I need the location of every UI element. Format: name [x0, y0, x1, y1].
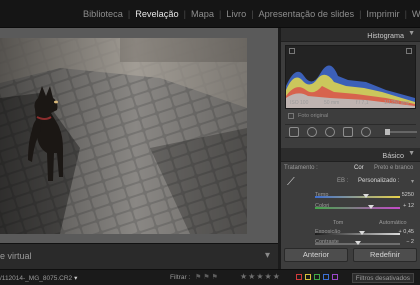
tone-auto-button[interactable]: Automático	[379, 220, 407, 226]
module-picker: Biblioteca | Revelação | Mapa | Livro | …	[0, 0, 420, 28]
crop-tool-icon[interactable]	[289, 127, 299, 137]
tint-slider-row[interactable]: Colori + 12	[285, 202, 416, 211]
radial-filter-icon[interactable]	[361, 127, 371, 137]
chevron-down-icon[interactable]: ▾	[265, 250, 270, 261]
brush-size-slider[interactable]	[385, 129, 417, 135]
red-eye-icon[interactable]	[325, 127, 335, 137]
tool-strip	[285, 124, 417, 138]
previous-button[interactable]: Anterior	[284, 248, 348, 262]
iso-readout: ISO 100	[290, 100, 309, 106]
yellow-label-swatch[interactable]	[305, 274, 311, 280]
module-web[interactable]: We	[407, 9, 420, 19]
temp-track[interactable]	[315, 196, 400, 198]
tint-track[interactable]	[315, 207, 400, 209]
shutter-readout: 1/1250 seg	[384, 100, 409, 106]
wb-preset-select[interactable]: Personalizado :	[358, 178, 399, 184]
module-print[interactable]: Imprimir	[361, 9, 404, 19]
tint-value[interactable]: + 12	[403, 203, 414, 209]
histogram[interactable]: ISO 100 50 mm f / 7,1 1/1250 seg	[285, 45, 416, 109]
exposure-thumb[interactable]	[359, 231, 365, 235]
original-photo-checkbox[interactable]	[288, 113, 294, 119]
original-photo-row[interactable]: Foto original	[285, 111, 416, 122]
temp-thumb[interactable]	[363, 194, 369, 198]
chevron-down-icon[interactable]: ▾	[74, 275, 77, 282]
photo-preview[interactable]	[0, 38, 247, 234]
highlight-clipping-icon[interactable]	[406, 48, 412, 54]
filter-label: Filtrar :	[170, 274, 191, 281]
red-label-swatch[interactable]	[296, 274, 302, 280]
module-develop[interactable]: Revelação	[130, 9, 183, 19]
temp-slider-row[interactable]: Temp 5250	[285, 191, 416, 200]
tone-label: Tom	[333, 220, 344, 226]
image-view[interactable]	[0, 28, 278, 243]
panel-buttons: Anterior Redefinir	[281, 245, 420, 267]
histogram-title: Histograma	[367, 31, 404, 40]
tint-thumb[interactable]	[368, 205, 374, 209]
original-photo-label: Foto original	[298, 113, 329, 119]
chevron-down-icon[interactable]: ▾	[411, 178, 414, 185]
basic-title: Básico	[382, 151, 404, 160]
treatment-label: Tratamento :	[284, 165, 318, 171]
treatment-color-option[interactable]: Cor	[354, 165, 364, 171]
filter-status-button[interactable]: Filtros desativados	[351, 273, 414, 283]
collapse-triangle-icon[interactable]: ▼	[408, 30, 415, 37]
rating-filter-stars[interactable]: ★★★★★	[240, 272, 281, 281]
green-label-swatch[interactable]	[314, 274, 320, 280]
temp-value[interactable]: 5250	[402, 192, 414, 198]
blue-label-swatch[interactable]	[323, 274, 329, 280]
reset-button[interactable]: Redefinir	[353, 248, 417, 262]
exposure-value[interactable]: + 0,45	[399, 229, 414, 235]
filename-text: /112014-_MG_8075.CR2	[0, 275, 73, 282]
shadow-clipping-icon[interactable]	[289, 48, 295, 54]
wb-label: EB :	[337, 178, 349, 184]
filename-label[interactable]: /112014-_MG_8075.CR2 ▾	[0, 274, 77, 282]
graduated-filter-icon[interactable]	[343, 127, 353, 137]
module-map[interactable]: Mapa	[186, 9, 219, 19]
filmstrip-bar: /112014-_MG_8075.CR2 ▾ Filtrar : ⚑ ⚑ ⚑ ★★…	[0, 269, 420, 285]
treatment-bw-option[interactable]: Preto e branco	[374, 165, 413, 171]
histogram-graph	[286, 65, 415, 108]
spot-removal-icon[interactable]	[307, 127, 317, 137]
white-balance-block: ⟋ EB : Personalizado : ▾ Temp 5250 Color…	[281, 174, 420, 220]
treatment-row: Tratamento : Cor Preto e branco	[281, 162, 420, 174]
module-library[interactable]: Biblioteca	[78, 9, 128, 19]
exposure-track[interactable]	[315, 233, 400, 235]
dog-on-pavement-photo	[0, 38, 247, 234]
focal-length-readout: 50 mm	[324, 100, 340, 106]
flag-filter-icons[interactable]: ⚑ ⚑ ⚑	[195, 273, 218, 281]
eyedropper-icon[interactable]: ⟋	[287, 176, 301, 190]
right-panel: Histograma ▼ ISO 100 50 mm f / 7,1 1/125…	[281, 28, 420, 269]
toolbar: e virtual ▾	[0, 243, 278, 269]
module-slideshow[interactable]: Apresentação de slides	[254, 9, 360, 19]
module-list: Biblioteca | Revelação | Mapa | Livro | …	[78, 9, 420, 19]
histogram-header[interactable]: Histograma ▼	[281, 28, 420, 42]
module-book[interactable]: Livro	[221, 9, 251, 19]
purple-label-swatch[interactable]	[332, 274, 338, 280]
basic-header[interactable]: Básico ▼	[281, 148, 420, 162]
virtual-copy-label: e virtual	[0, 251, 32, 261]
color-label-filter	[296, 274, 338, 280]
aperture-readout: f / 7,1	[356, 100, 369, 106]
tone-block: Tom Automático Exposição + 0,45 Contrast…	[281, 220, 420, 248]
collapse-triangle-icon[interactable]: ▼	[408, 150, 415, 157]
exposure-slider-row[interactable]: Exposição + 0,45	[285, 228, 416, 237]
